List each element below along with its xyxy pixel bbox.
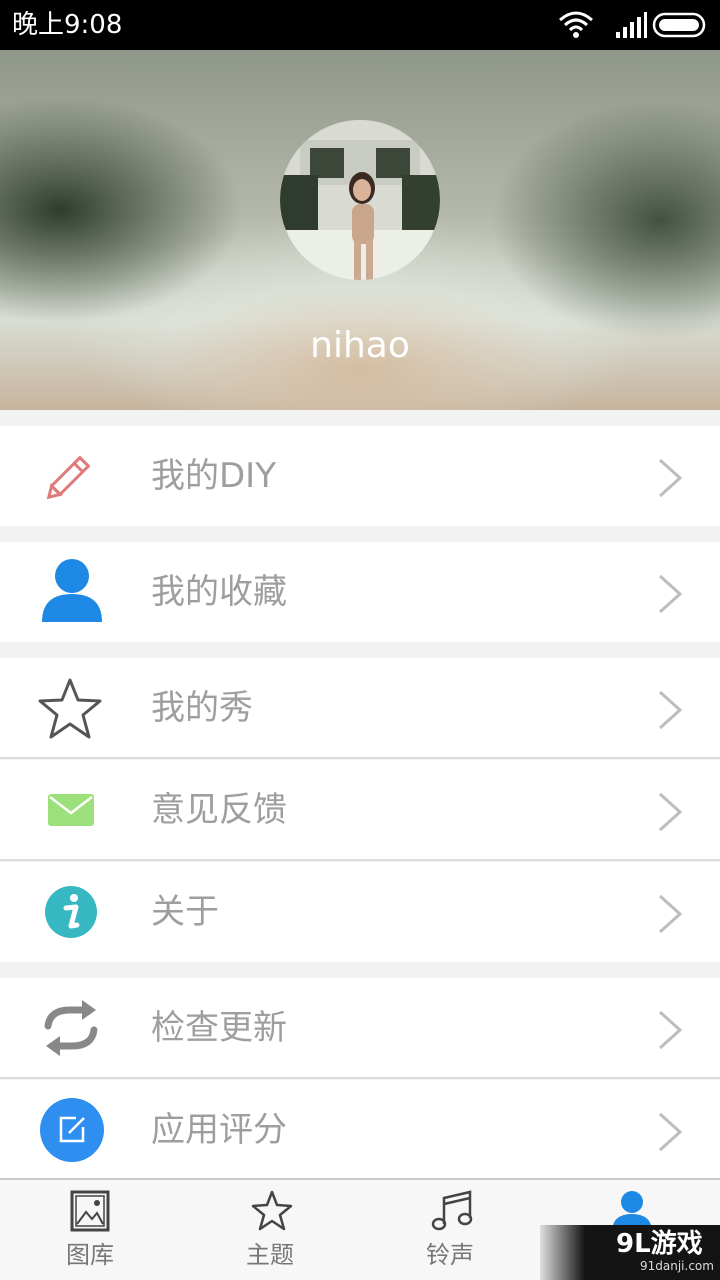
profile-header: nihao <box>0 50 720 410</box>
chevron-right-icon <box>658 1010 683 1050</box>
star-icon <box>251 1190 293 1231</box>
watermark-logo: 9L游戏 91danji.com <box>540 1225 720 1280</box>
menu-item-feedback[interactable]: 意见反馈 <box>0 760 720 861</box>
menu-item-diy[interactable]: 我的DIY <box>0 426 720 526</box>
menu-label-about: 关于 <box>151 892 219 932</box>
picture-icon <box>70 1190 110 1232</box>
tab-ringtone[interactable]: 铃声 <box>360 1180 540 1280</box>
watermark-text: 9L游戏 <box>616 1229 703 1259</box>
tab-theme[interactable]: 主题 <box>180 1180 360 1280</box>
chevron-right-icon <box>658 458 683 498</box>
menu-label-show: 我的秀 <box>151 688 253 728</box>
battery-icon <box>652 12 706 38</box>
chevron-right-icon <box>658 574 683 614</box>
chevron-right-icon <box>658 792 683 832</box>
avatar[interactable] <box>280 120 440 280</box>
menu-label-check-update: 检查更新 <box>151 1008 287 1048</box>
status-bar: 晚上9:08 <box>0 0 720 50</box>
menu-label-feedback: 意见反馈 <box>151 790 287 830</box>
refresh-icon <box>44 1000 98 1056</box>
menu-label-diy: 我的DIY <box>151 456 276 496</box>
divider <box>0 1077 720 1079</box>
edit-icon <box>40 1098 104 1162</box>
wifi-icon <box>559 11 593 38</box>
chevron-right-icon <box>658 894 683 934</box>
envelope-icon <box>48 794 94 826</box>
chevron-right-icon <box>658 690 683 730</box>
tab-label-theme: 主题 <box>246 1241 294 1269</box>
pencil-icon <box>46 455 91 500</box>
tab-label-gallery: 图库 <box>66 1241 114 1269</box>
tab-label-ringtone: 铃声 <box>426 1241 474 1269</box>
menu-item-about[interactable]: 关于 <box>0 862 720 962</box>
avatar-photo <box>280 120 440 280</box>
music-note-icon <box>431 1190 473 1231</box>
watermark-url: 91danji.com <box>640 1259 714 1273</box>
divider <box>0 859 720 861</box>
username: nihao <box>310 325 410 366</box>
menu-label-rate-app: 应用评分 <box>151 1110 287 1150</box>
person-icon <box>42 559 102 622</box>
tab-gallery[interactable]: 图库 <box>0 1180 180 1280</box>
menu-label-favorites: 我的收藏 <box>151 572 287 612</box>
star-icon <box>38 678 102 739</box>
menu-item-show[interactable]: 我的秀 <box>0 658 720 759</box>
signal-icon <box>616 12 647 38</box>
menu-item-rate-app[interactable]: 应用评分 <box>0 1080 720 1180</box>
menu-item-favorites[interactable]: 我的收藏 <box>0 542 720 642</box>
status-time: 晚上9:08 <box>12 10 123 40</box>
info-icon <box>45 886 97 938</box>
chevron-right-icon <box>658 1112 683 1152</box>
menu-item-check-update[interactable]: 检查更新 <box>0 978 720 1079</box>
divider <box>0 757 720 759</box>
